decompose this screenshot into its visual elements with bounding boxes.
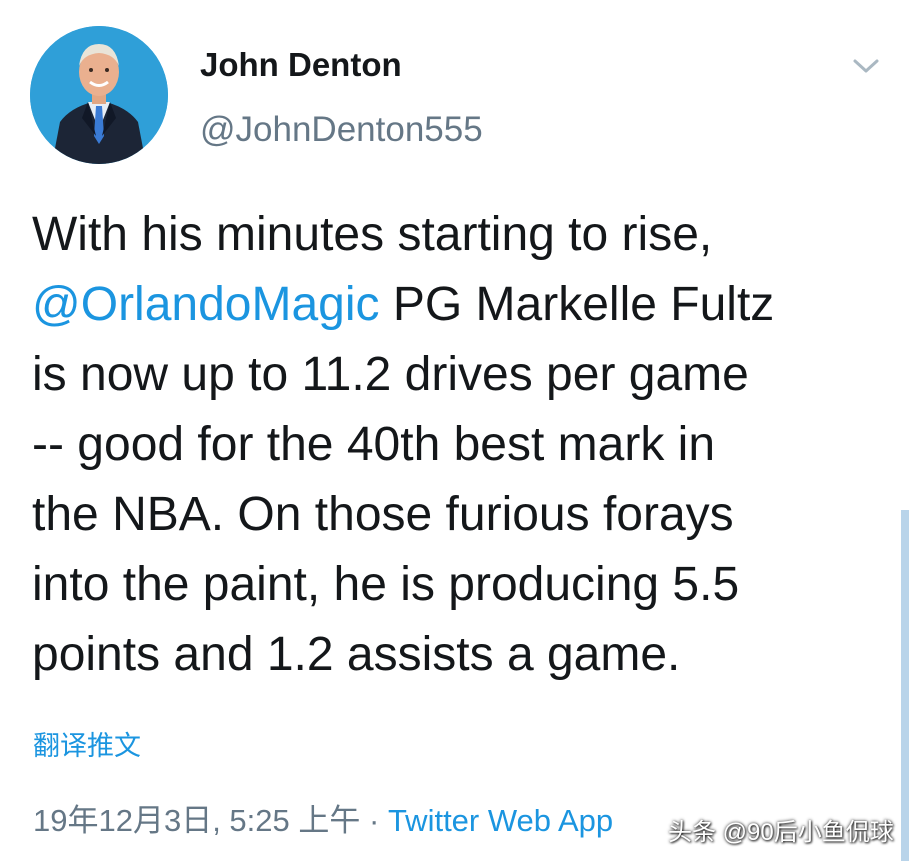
tweet-line: With his minutes starting to rise, <box>32 208 713 261</box>
author-handle[interactable]: @JohnDenton555 <box>200 110 483 150</box>
tweet-card: John Denton @JohnDenton555 With his minu… <box>0 0 909 861</box>
scrollbar[interactable] <box>901 510 909 861</box>
tweet-line: the NBA. On those furious forays <box>32 488 734 541</box>
meta-separator: · <box>360 803 388 838</box>
tweet-source-link[interactable]: Twitter Web App <box>388 803 613 838</box>
tweet-line: points and 1.2 assists a game. <box>32 628 681 681</box>
avatar-photo-icon <box>30 26 168 164</box>
tweet-line: into the paint, he is producing 5.5 <box>32 558 740 611</box>
translate-tweet-link[interactable]: 翻译推文 <box>33 724 141 763</box>
chevron-down-icon[interactable] <box>850 54 882 78</box>
tweet-line: @OrlandoMagic PG Markelle Fultz <box>32 270 892 340</box>
tweet-metadata: 19年12月3日, 5:25 上午 · Twitter Web App <box>33 795 613 840</box>
tweet-timestamp[interactable]: 19年12月3日, 5:25 上午 <box>33 803 360 838</box>
mention-link[interactable]: @OrlandoMagic <box>32 278 380 331</box>
tweet-line-text: PG Markelle Fultz <box>379 278 775 331</box>
tweet-text: With his minutes starting to rise, @Orla… <box>32 200 892 690</box>
author-name[interactable]: John Denton <box>200 46 402 84</box>
tweet-line: is now up to 11.2 drives per game <box>32 348 749 401</box>
author-avatar[interactable] <box>30 26 168 164</box>
tweet-line: -- good for the 40th best mark in <box>32 418 716 471</box>
watermark-text: 头条 @90后小鱼侃球 <box>668 819 894 846</box>
